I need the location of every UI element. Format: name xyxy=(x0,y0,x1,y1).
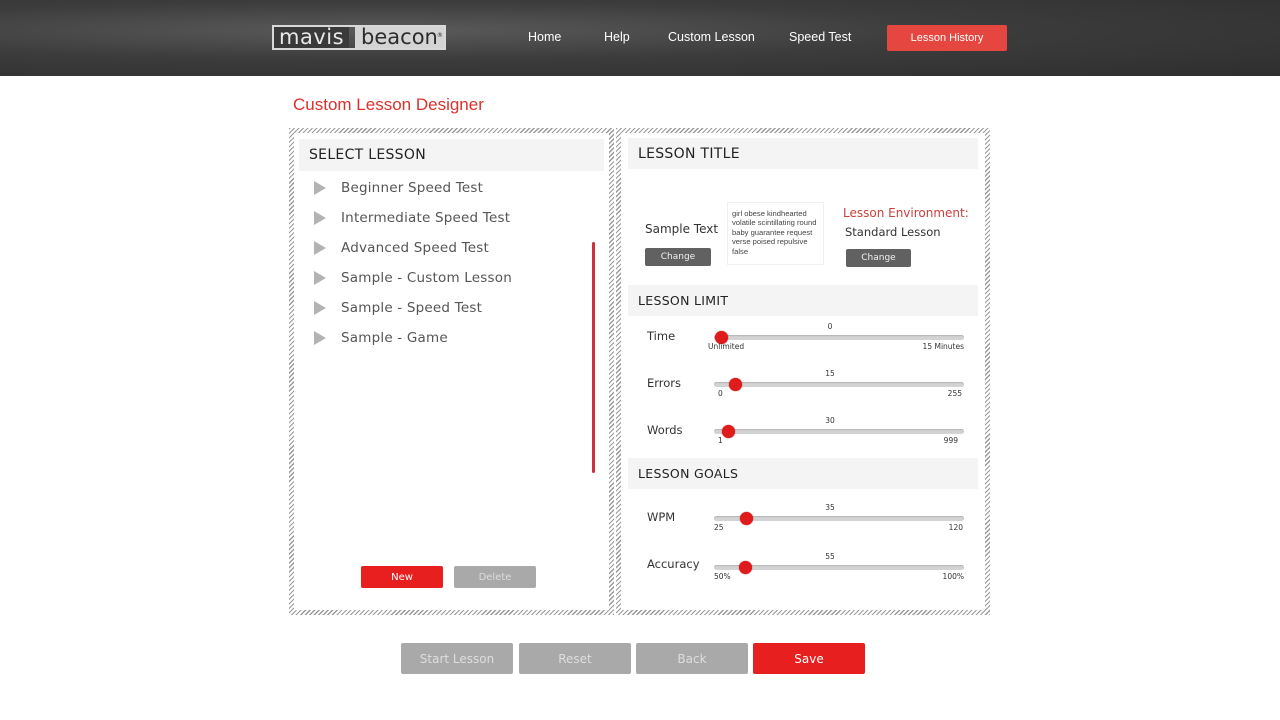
nav-home[interactable]: Home xyxy=(528,30,561,44)
time-slider[interactable]: 0 Unlimited 15 Minutes xyxy=(708,322,964,358)
play-triangle-icon xyxy=(314,211,326,225)
select-lesson-heading: SELECT LESSON xyxy=(299,139,604,171)
slider-max-label: 999 xyxy=(943,436,958,445)
change-environment-button[interactable]: Change xyxy=(846,249,911,267)
play-triangle-icon xyxy=(314,181,326,195)
slider-track[interactable] xyxy=(714,429,964,434)
logo-mavis: mavis xyxy=(274,27,350,48)
slider-min-label: 0 xyxy=(718,389,723,398)
back-button[interactable]: Back xyxy=(636,643,748,674)
slider-min-label: 1 xyxy=(718,436,723,445)
change-sample-text-button[interactable]: Change xyxy=(645,248,711,266)
reset-button[interactable]: Reset xyxy=(519,643,631,674)
lesson-item[interactable]: Beginner Speed Test xyxy=(314,177,483,199)
lesson-item-label: Sample - Game xyxy=(341,330,448,346)
slider-value: 55 xyxy=(825,552,835,561)
lesson-item[interactable]: Sample - Custom Lesson xyxy=(314,267,512,289)
sample-text-label: Sample Text xyxy=(645,222,719,236)
registered-mark: ® xyxy=(436,32,443,39)
sample-text-preview: girl obese kindhearted volatile scintill… xyxy=(727,202,824,265)
play-triangle-icon xyxy=(314,271,326,285)
slider-thumb[interactable] xyxy=(729,378,743,391)
slider-value: 0 xyxy=(827,322,833,331)
slider-max-label: 100% xyxy=(942,572,964,581)
lesson-environment-value: Standard Lesson xyxy=(845,225,941,239)
slider-max-label: 15 Minutes xyxy=(922,342,964,351)
nav-lesson-history-button[interactable]: Lesson History xyxy=(887,25,1007,51)
save-button[interactable]: Save xyxy=(753,643,865,674)
nav-speed-test[interactable]: Speed Test xyxy=(789,30,851,44)
logo-beacon-text: beacon xyxy=(361,25,438,49)
slider-value: 35 xyxy=(825,503,835,512)
lesson-item-label: Intermediate Speed Test xyxy=(341,210,511,226)
slider-max-label: 120 xyxy=(948,523,963,532)
slider-min-label: 50% xyxy=(714,572,731,581)
lesson-item-label: Advanced Speed Test xyxy=(341,240,489,256)
errors-label: Errors xyxy=(647,376,682,390)
select-lesson-panel-body xyxy=(294,133,609,610)
start-lesson-button[interactable]: Start Lesson xyxy=(401,643,513,674)
slider-thumb[interactable] xyxy=(722,425,736,438)
wpm-label: WPM xyxy=(647,510,676,524)
errors-slider[interactable]: 15 0 255 xyxy=(714,369,964,405)
delete-lesson-button[interactable]: Delete xyxy=(454,566,536,588)
lesson-environment-label: Lesson Environment: xyxy=(843,206,969,220)
accuracy-label: Accuracy xyxy=(647,557,700,571)
lesson-goals-heading: LESSON GOALS xyxy=(628,458,978,489)
time-label: Time xyxy=(647,329,676,343)
slider-thumb[interactable] xyxy=(738,561,752,574)
slider-thumb[interactable] xyxy=(739,512,753,525)
slider-min-label: Unlimited xyxy=(708,342,745,351)
nav-help[interactable]: Help xyxy=(604,30,630,44)
play-triangle-icon xyxy=(314,241,326,255)
slider-min-label: 25 xyxy=(714,523,724,532)
slider-value: 30 xyxy=(825,416,835,425)
lesson-item[interactable]: Intermediate Speed Test xyxy=(314,207,510,229)
slider-value: 15 xyxy=(825,369,835,378)
play-triangle-icon xyxy=(314,301,326,315)
slider-max-label: 255 xyxy=(947,389,962,398)
logo-beacon: beacon ® xyxy=(355,27,444,48)
nav-custom-lesson[interactable]: Custom Lesson xyxy=(668,30,755,44)
words-slider[interactable]: 30 1 999 xyxy=(714,416,964,452)
lesson-item[interactable]: Sample - Game xyxy=(314,327,448,349)
top-header: mavis beacon ® Home Help Custom Lesson Sp… xyxy=(0,0,1280,76)
lesson-item[interactable]: Sample - Speed Test xyxy=(314,297,482,319)
lesson-item[interactable]: Advanced Speed Test xyxy=(314,237,489,259)
wpm-slider[interactable]: 35 25 120 xyxy=(714,503,964,539)
lesson-item-label: Sample - Custom Lesson xyxy=(341,270,512,286)
new-lesson-button[interactable]: New xyxy=(361,566,443,588)
accuracy-slider[interactable]: 55 50% 100% xyxy=(714,552,964,588)
lesson-limit-heading: LESSON LIMIT xyxy=(628,285,978,316)
lesson-item-label: Beginner Speed Test xyxy=(341,180,484,196)
slider-track[interactable] xyxy=(714,335,964,340)
play-triangle-icon xyxy=(314,331,326,345)
page-title: Custom Lesson Designer xyxy=(293,95,484,114)
words-label: Words xyxy=(647,423,683,437)
lesson-item-label: Sample - Speed Test xyxy=(341,300,483,316)
lesson-list-scrollbar[interactable] xyxy=(592,242,595,473)
mavis-beacon-logo[interactable]: mavis beacon ® xyxy=(272,25,446,50)
select-lesson-panel xyxy=(289,128,614,615)
lesson-title-heading: LESSON TITLE xyxy=(628,138,978,169)
slider-track[interactable] xyxy=(714,382,964,387)
